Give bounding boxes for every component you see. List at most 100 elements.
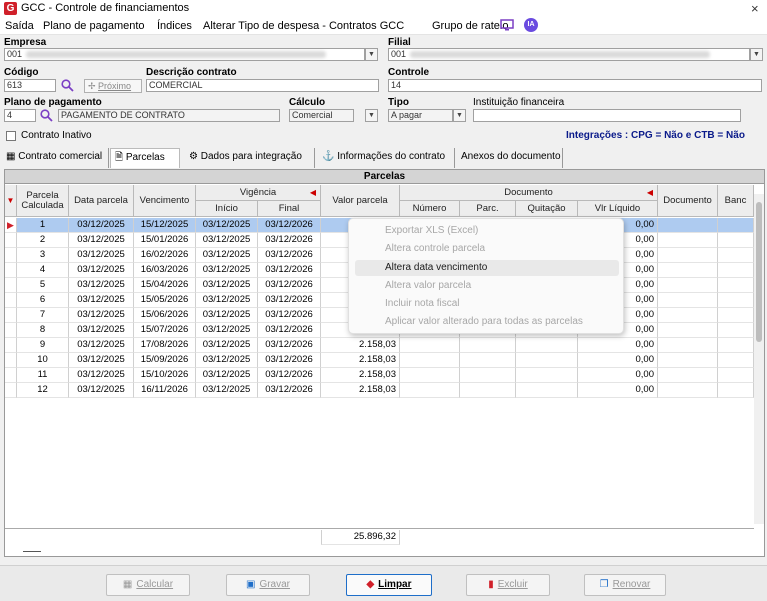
cell-parcela[interactable]: 7 [17,308,69,323]
cell-empty[interactable] [718,338,754,353]
header-parc[interactable]: Parc. [460,201,516,217]
limpar-button[interactable]: ◆ Limpar [346,574,432,596]
cell-parcela[interactable]: 3 [17,248,69,263]
row-indicator[interactable] [5,308,17,323]
cell-inicio[interactable]: 03/12/2025 [196,338,258,353]
row-indicator[interactable] [5,248,17,263]
cell-empty[interactable] [516,353,578,368]
filial-field[interactable]: 001 [388,48,750,61]
header-documento[interactable]: Documento [658,185,718,217]
cell-vencimento[interactable]: 16/02/2026 [134,248,196,263]
cell-final[interactable]: 03/12/2026 [258,353,321,368]
row-indicator[interactable] [5,353,17,368]
cell-data[interactable]: 03/12/2025 [69,293,134,308]
cell-vencimento[interactable]: 15/07/2026 [134,323,196,338]
cell-parcela[interactable]: 8 [17,323,69,338]
excluir-button[interactable]: ▮ Excluir [466,574,550,596]
cell-valor[interactable]: 2.158,03 [321,353,400,368]
cell-vencimento[interactable]: 15/06/2026 [134,308,196,323]
cell-vencimento[interactable]: 15/09/2026 [134,353,196,368]
cell-empty[interactable] [718,263,754,278]
header-parcela[interactable]: Parcela Calculada [17,185,69,217]
cell-data[interactable]: 03/12/2025 [69,353,134,368]
cell-empty[interactable] [658,218,718,233]
header-banco[interactable]: Banc [718,185,754,217]
cell-final[interactable]: 03/12/2026 [258,383,321,398]
tipo-select[interactable]: A pagar [388,109,453,122]
cell-final[interactable]: 03/12/2026 [258,308,321,323]
cell-vencimento[interactable]: 15/12/2025 [134,218,196,233]
cell-empty[interactable] [460,353,516,368]
cell-empty[interactable] [658,323,718,338]
tab-anexos-documento[interactable]: Anexos do documento [457,148,563,168]
cell-inicio[interactable]: 03/12/2025 [196,218,258,233]
monitor-icon[interactable] [500,19,514,34]
cell-inicio[interactable]: 03/12/2025 [196,278,258,293]
cell-inicio[interactable]: 03/12/2025 [196,263,258,278]
row-indicator[interactable] [5,383,17,398]
cell-empty[interactable] [718,308,754,323]
cell-data[interactable]: 03/12/2025 [69,218,134,233]
cell-valor[interactable]: 2.158,03 [321,338,400,353]
cell-final[interactable]: 03/12/2026 [258,278,321,293]
menu-plano-pagamento[interactable]: Plano de pagamento [43,20,145,32]
scroll-thumb[interactable] [756,202,762,342]
vertical-scrollbar[interactable] [754,194,764,524]
cell-empty[interactable] [516,383,578,398]
menu-altera-valor[interactable]: Altera valor parcela [355,278,619,294]
header-vigencia[interactable]: Vigência ◀ [196,185,321,201]
header-documento-group[interactable]: Documento ◀ [400,185,658,201]
cell-vlr-liquido[interactable]: 0,00 [578,338,658,353]
controle-field[interactable]: 14 [388,79,762,92]
header-vlr-liquido[interactable]: Vlr Líquido [578,201,658,217]
instituicao-field[interactable] [473,109,741,122]
cell-empty[interactable] [718,278,754,293]
codigo-field[interactable]: 613 [4,79,56,92]
cell-final[interactable]: 03/12/2026 [258,263,321,278]
cell-empty[interactable] [718,218,754,233]
cell-empty[interactable] [718,293,754,308]
tipo-dropdown-button[interactable]: ▼ [453,109,466,122]
cell-inicio[interactable]: 03/12/2025 [196,248,258,263]
row-indicator[interactable] [5,293,17,308]
header-numero[interactable]: Número [400,201,460,217]
cell-empty[interactable] [718,233,754,248]
cell-data[interactable]: 03/12/2025 [69,308,134,323]
cell-data[interactable]: 03/12/2025 [69,338,134,353]
cell-empty[interactable] [400,383,460,398]
cell-vlr-liquido[interactable]: 0,00 [578,383,658,398]
cell-parcela[interactable]: 9 [17,338,69,353]
cell-empty[interactable] [460,383,516,398]
cell-data[interactable]: 03/12/2025 [69,248,134,263]
menu-indices[interactable]: Índices [157,20,192,32]
menu-grupo-rateio[interactable]: Grupo de rateio [432,20,508,32]
menu-altera-controle[interactable]: Altera controle parcela [355,241,619,257]
header-final[interactable]: Final [258,201,321,217]
tab-parcelas[interactable]: 🗎 Parcelas [110,148,180,168]
menu-exportar-xls[interactable]: Exportar XLS (Excel) [355,223,619,239]
collapse-icon[interactable]: ◀ [310,188,316,198]
cell-inicio[interactable]: 03/12/2025 [196,383,258,398]
menu-altera-data-vencimento[interactable]: Altera data vencimento [355,260,619,276]
cell-empty[interactable] [658,293,718,308]
plano-code-field[interactable]: 4 [4,109,36,122]
collapse-icon[interactable]: ◀ [647,188,653,198]
header-quitacao[interactable]: Quitação [516,201,578,217]
cell-inicio[interactable]: 03/12/2025 [196,233,258,248]
row-indicator[interactable] [5,368,17,383]
calculo-select[interactable]: Comercial [289,109,354,122]
cell-vencimento[interactable]: 16/03/2026 [134,263,196,278]
cell-vencimento[interactable]: 17/08/2026 [134,338,196,353]
cell-empty[interactable] [718,323,754,338]
cell-parcela[interactable]: 11 [17,368,69,383]
cell-empty[interactable] [658,383,718,398]
cell-empty[interactable] [516,338,578,353]
cell-empty[interactable] [718,368,754,383]
descricao-field[interactable]: COMERCIAL [146,79,379,92]
cell-vencimento[interactable]: 15/01/2026 [134,233,196,248]
cell-empty[interactable] [460,368,516,383]
menu-alterar-tipo[interactable]: Alterar Tipo de despesa - Contratos GCC [203,20,404,32]
cell-inicio[interactable]: 03/12/2025 [196,308,258,323]
plano-search-icon[interactable] [40,109,53,125]
row-indicator[interactable] [5,233,17,248]
